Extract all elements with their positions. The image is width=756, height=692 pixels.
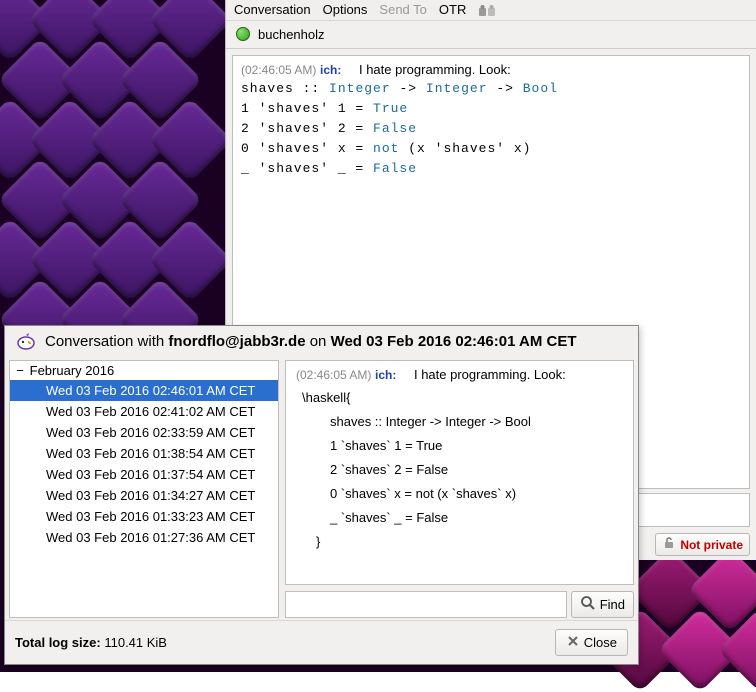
menu-options[interactable]: Options <box>323 2 368 18</box>
find-input[interactable] <box>285 591 567 618</box>
log-msg-timestamp: (02:46:05 AM) <box>296 368 371 382</box>
close-button[interactable]: Close <box>555 629 628 656</box>
log-size-label: Total log size: 110.41 KiB <box>15 635 167 650</box>
find-label: Find <box>600 597 625 612</box>
log-date-tree[interactable]: − February 2016 Wed 03 Feb 2016 02:46:01… <box>9 360 279 618</box>
log-content[interactable]: (02:46:05 AM) ich: I hate programming. L… <box>285 360 634 585</box>
otr-plugin-icon[interactable] <box>478 2 496 18</box>
message-sender: ich: <box>320 63 341 77</box>
log-month-label: February 2016 <box>30 363 115 378</box>
otr-status-label: Not private <box>680 538 743 552</box>
pidgin-icon <box>15 332 37 350</box>
presence-available-icon <box>236 27 250 41</box>
log-date-row[interactable]: Wed 03 Feb 2016 02:41:02 AM CET <box>10 401 278 422</box>
unlocked-icon <box>662 536 676 553</box>
log-msg-sender: ich: <box>375 368 396 382</box>
menu-send-to: Send To <box>379 2 426 18</box>
otr-status-button[interactable]: Not private <box>655 533 750 556</box>
code-block: shaves :: Integer -> Integer -> Bool 1 '… <box>241 79 741 179</box>
log-date-row[interactable]: Wed 03 Feb 2016 01:27:36 AM CET <box>10 527 278 548</box>
conversation-tab[interactable]: buchenholz <box>226 21 756 49</box>
buddy-name: buchenholz <box>258 27 325 42</box>
search-icon <box>580 595 596 614</box>
log-date-row[interactable]: Wed 03 Feb 2016 01:34:27 AM CET <box>10 485 278 506</box>
menu-otr[interactable]: OTR <box>439 2 466 18</box>
log-viewer-window: Conversation with fnordflo@jabb3r.de on … <box>4 325 639 665</box>
menu-bar: Conversation Options Send To OTR <box>226 0 756 21</box>
log-date-row[interactable]: Wed 03 Feb 2016 01:37:54 AM CET <box>10 464 278 485</box>
message-timestamp: (02:46:05 AM) <box>241 63 316 77</box>
find-button[interactable]: Find <box>571 591 634 618</box>
close-icon <box>566 634 580 651</box>
close-label: Close <box>584 635 617 650</box>
log-msg-text: I hate programming. Look: <box>414 367 566 382</box>
log-date-row[interactable]: Wed 03 Feb 2016 02:33:59 AM CET <box>10 422 278 443</box>
menu-conversation[interactable]: Conversation <box>234 2 311 18</box>
message-text: I hate programming. Look: <box>359 62 511 77</box>
log-date-row[interactable]: Wed 03 Feb 2016 01:33:23 AM CET <box>10 506 278 527</box>
log-month-row[interactable]: − February 2016 <box>10 361 278 380</box>
log-date-row[interactable]: Wed 03 Feb 2016 02:46:01 AM CET <box>10 380 278 401</box>
log-title: Conversation with fnordflo@jabb3r.de on … <box>5 326 638 358</box>
log-date-row[interactable]: Wed 03 Feb 2016 01:38:54 AM CET <box>10 443 278 464</box>
collapse-icon[interactable]: − <box>14 363 26 378</box>
